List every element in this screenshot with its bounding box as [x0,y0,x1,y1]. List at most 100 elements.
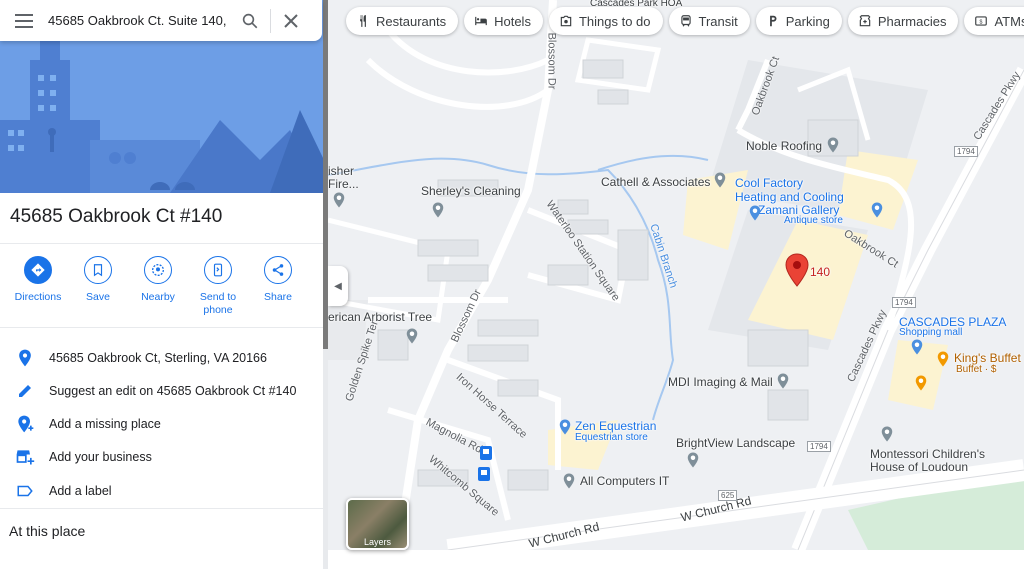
collapse-panel-button[interactable]: ◀ [328,266,348,306]
route-1794-a: 1794 [954,146,978,157]
map-canvas[interactable]: Cascades Park HOA Noble Roofing Cathell … [328,0,1024,550]
search-input[interactable] [48,13,230,28]
map-label-fisher-2: Fire... [328,177,359,191]
place-marker-icon[interactable] [912,374,930,392]
place-marker-icon[interactable] [824,136,842,154]
route-625: 625 [718,490,738,501]
hotel-icon [475,16,487,26]
selected-pin-label: 140 [810,265,831,279]
map-label-noble-roofing[interactable]: Noble Roofing [746,139,822,153]
bookmark-icon [93,264,103,277]
map-label-zen[interactable]: Zen Equestrian [575,419,656,433]
map-label-montessori[interactable]: Montessori Children's [870,447,985,461]
map-label-zen-sub: Equestrian store [575,432,648,443]
chip-pharmacies[interactable]: Pharmacies [847,7,959,35]
share-label: Share [263,291,293,303]
chip-label: ATMs [994,13,1024,29]
chip-label: Hotels [494,13,531,29]
divider [0,508,324,509]
layers-label: Layers [363,537,391,547]
search-button[interactable] [230,1,270,41]
bus-stop-icon[interactable] [480,446,492,460]
restaurant-icon [360,15,366,27]
search-icon [242,13,258,28]
nearby-button[interactable]: Nearby [128,256,188,317]
place-marker-icon[interactable] [560,472,578,490]
map-label-cool-factory[interactable]: Cool Factory [735,176,803,190]
place-marker-icon[interactable] [556,418,574,436]
layers-button[interactable]: Layers [346,498,409,550]
send-to-phone-button[interactable]: Send to phone [188,256,248,317]
parking-icon [769,15,777,27]
at-this-place-heading: At this place [9,523,86,539]
place-actions: Directions Save Nearby Send to phone Shar… [0,256,324,317]
selected-location-pin-icon[interactable] [784,253,810,287]
add-place-icon [17,415,33,432]
map-label-brightview[interactable]: BrightView Landscape [676,436,795,450]
route-1794-c: 1794 [807,441,831,452]
divider [0,243,324,244]
chip-transit[interactable]: Transit [668,7,750,35]
map-label-zamani-sub: Antique store [784,215,843,226]
address-text: 45685 Oakbrook Ct, Sterling, VA 20166 [49,350,267,365]
map-label-all-computers[interactable]: All Computers IT [580,474,669,488]
menu-button[interactable] [0,13,48,28]
directions-button[interactable]: Directions [8,256,68,317]
place-side-panel: 45685 Oakbrook Ct #140 Directions Save N… [0,0,324,569]
map-label-sherleys[interactable]: Sherley's Cleaning [421,184,521,198]
map-label-cathell[interactable]: Cathell & Associates [601,175,710,189]
chip-label: Pharmacies [877,13,947,29]
add-business-text: Add your business [49,449,152,464]
place-marker-icon[interactable] [934,350,952,368]
map-label-kings-buffet[interactable]: King's Buffet [954,351,1021,365]
chip-atms[interactable]: $ ATMs [964,7,1024,35]
nearby-label: Nearby [141,291,175,303]
send-to-phone-label-line2: phone [203,304,233,316]
save-button[interactable]: Save [68,256,128,317]
send-to-phone-label: Send to phone [200,291,236,317]
directions-icon [31,263,45,277]
share-button[interactable]: Share [248,256,308,317]
save-circle [84,256,112,284]
directions-circle [24,256,52,284]
chip-label: Transit [698,13,738,29]
menu-icon [15,13,33,28]
map-label-mdi[interactable]: MDI Imaging & Mail [668,375,773,389]
place-marker-icon[interactable] [429,201,447,219]
place-marker-icon[interactable] [330,191,348,209]
place-marker-icon[interactable] [868,201,886,219]
place-marker-icon[interactable] [746,204,764,222]
place-marker-icon[interactable] [774,372,792,390]
pencil-icon [18,384,31,397]
place-marker-icon[interactable] [403,327,421,345]
place-marker-icon[interactable] [908,338,926,356]
chip-hotels[interactable]: Hotels [464,7,543,35]
send-to-phone-icon [213,263,223,277]
nearby-icon [152,264,164,276]
place-marker-icon[interactable] [878,425,896,443]
add-missing-place-row[interactable]: Add a missing place [0,407,324,440]
bus-stop-icon[interactable] [478,467,490,481]
chip-label: Restaurants [376,13,447,29]
search-box [0,0,322,41]
chip-things-to-do[interactable]: Things to do [548,7,663,35]
map-label-fisher[interactable]: isher [328,164,354,178]
place-marker-icon[interactable] [711,171,729,189]
place-marker-icon[interactable] [684,451,702,469]
chip-restaurants[interactable]: Restaurants [346,7,459,35]
add-business-row[interactable]: Add your business [0,440,324,473]
suggest-edit-row[interactable]: Suggest an edit on 45685 Oakbrook Ct #14… [0,374,324,407]
add-label-row[interactable]: Add a label [0,474,324,507]
share-icon [272,264,284,276]
street-blossom-dr-1: Blossom Dr [545,32,558,90]
svg-text:$: $ [980,19,983,25]
map-label-cascades-plaza-sub: Shopping mall [899,327,963,338]
pharmacy-icon [859,15,871,27]
chip-parking[interactable]: Parking [755,7,842,35]
place-title: 45685 Oakbrook Ct #140 [10,206,223,227]
close-search-button[interactable] [271,1,311,41]
address-row[interactable]: 45685 Oakbrook Ct, Sterling, VA 20166 [0,341,324,374]
directions-label: Directions [14,291,62,303]
panel-scrollbar[interactable] [323,0,328,349]
close-icon [284,13,298,28]
